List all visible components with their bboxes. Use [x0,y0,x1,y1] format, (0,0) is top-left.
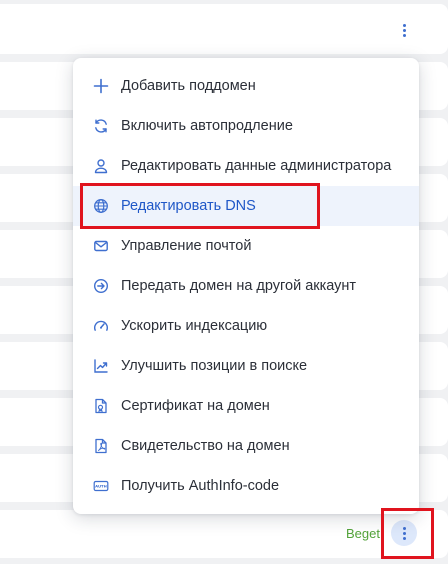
menu-item-label: Свидетельство на домен [121,438,290,454]
menu-item-autorenew[interactable]: Включить автопродление [73,106,419,146]
domain-row [0,4,448,54]
menu-item-transfer-domain[interactable]: Передать домен на другой аккаунт [73,266,419,306]
chart-up-icon [92,357,110,375]
kebab-icon [402,526,406,540]
menu-item-label: Редактировать данные администратора [121,158,392,174]
menu-item-label: Управление почтой [121,238,252,254]
refresh-icon [92,117,110,135]
user-icon [92,157,110,175]
globe-icon [92,197,110,215]
menu-item-label: Сертификат на домен [121,398,270,414]
menu-item-label: Добавить поддомен [121,78,256,94]
menu-item-label: Редактировать DNS [121,198,256,214]
auth-icon: AUTH [92,477,110,495]
certificate-doc-icon [92,397,110,415]
menu-item-label: Улучшить позиции в поиске [121,358,308,374]
pdf-doc-icon [92,437,110,455]
domain-actions-menu: Добавить поддомен Включить автопродление… [73,58,419,514]
provider-label: Beget [346,526,380,541]
kebab-icon [402,23,406,37]
menu-item-speed-indexing[interactable]: Ускорить индексацию [73,306,419,346]
menu-item-add-subdomain[interactable]: Добавить поддомен [73,66,419,106]
arrow-circle-right-icon [92,277,110,295]
mail-icon [92,237,110,255]
menu-item-label: Передать домен на другой аккаунт [121,278,357,294]
menu-item-improve-seo[interactable]: Улучшить позиции в поиске [73,346,419,386]
menu-item-authinfo-code[interactable]: AUTH Получить AuthInfo-code [73,466,419,506]
menu-item-domain-certificate[interactable]: Сертификат на домен [73,386,419,426]
menu-item-label: Включить автопродление [121,118,293,134]
row-menu-button[interactable] [391,17,417,43]
domain-row [0,510,448,558]
speedometer-icon [92,317,110,335]
menu-item-label: Получить AuthInfo-code [121,478,280,494]
menu-item-label: Ускорить индексацию [121,318,268,334]
menu-item-mail[interactable]: Управление почтой [73,226,419,266]
row-menu-button-active[interactable] [391,520,417,546]
menu-item-edit-admin[interactable]: Редактировать данные администратора [73,146,419,186]
svg-text:AUTH: AUTH [95,484,107,489]
menu-item-domain-document[interactable]: Свидетельство на домен [73,426,419,466]
plus-icon [92,77,110,95]
menu-item-edit-dns[interactable]: Редактировать DNS [73,186,419,226]
